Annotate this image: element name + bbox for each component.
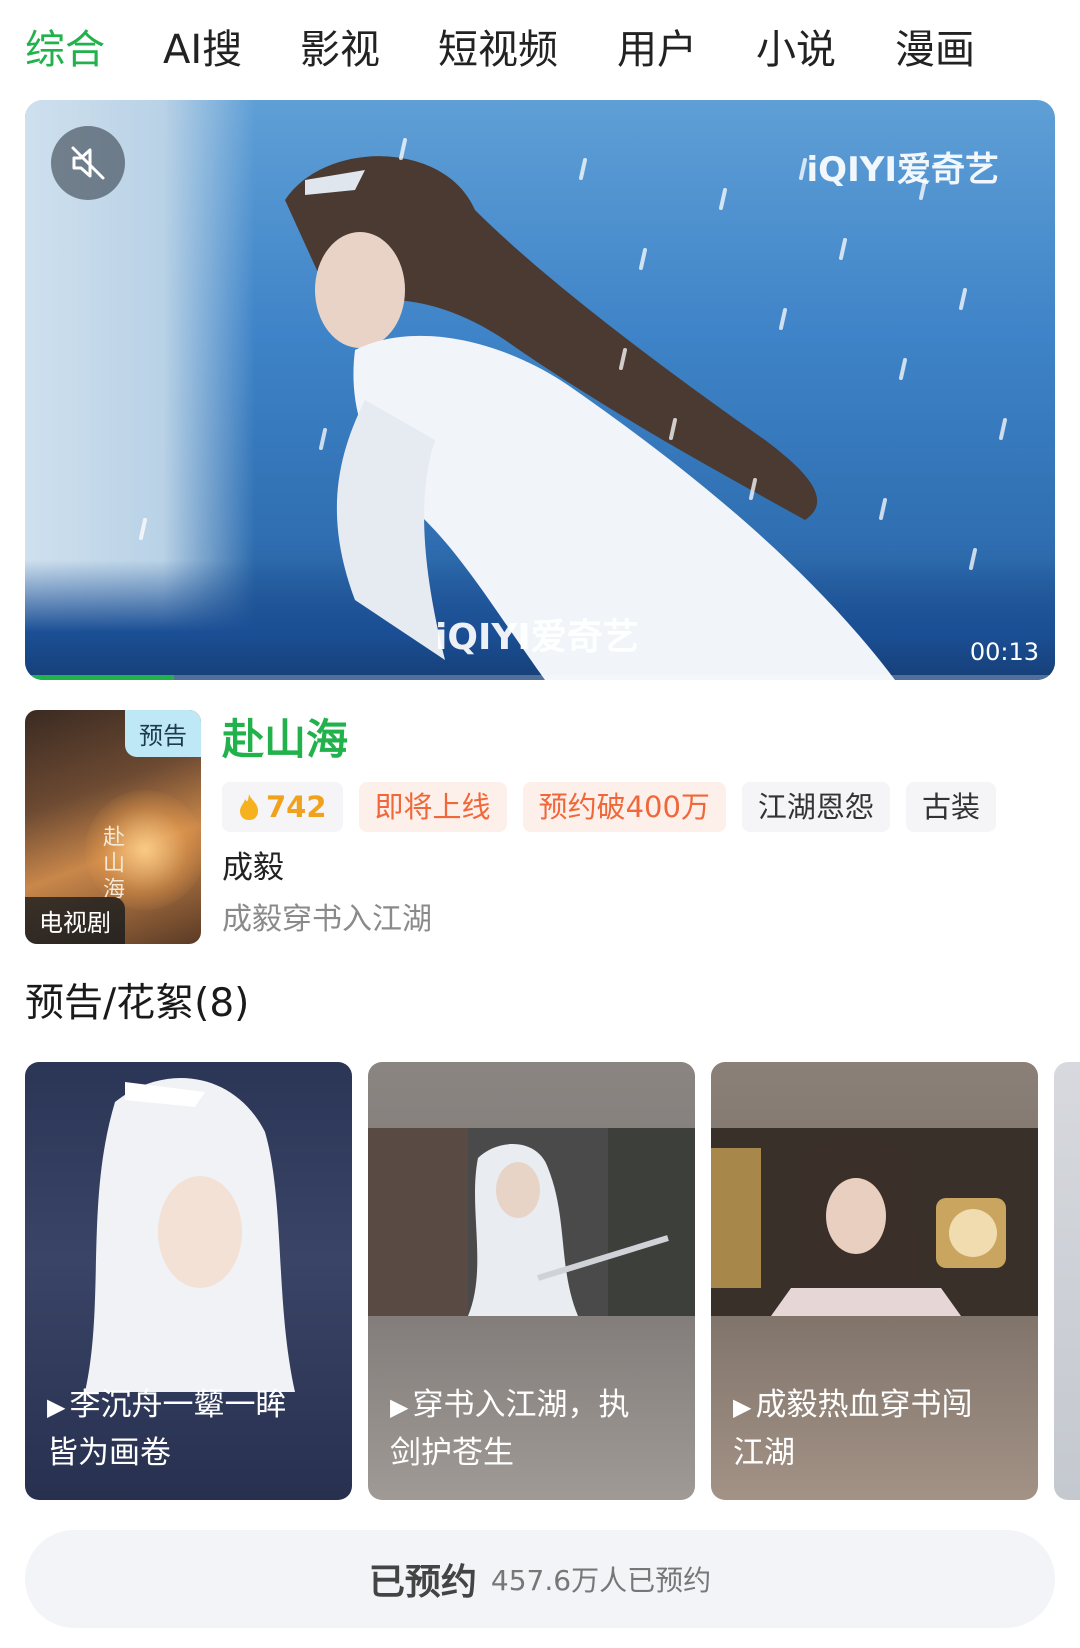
search-category-tabs: 综合 AI搜 影视 短视频 用户 小说 漫画 [0, 0, 1080, 100]
trailer-card-partial[interactable] [1054, 1062, 1080, 1500]
show-title[interactable]: 赴山海 [222, 712, 348, 768]
video-progress-fill [25, 675, 175, 680]
tab-film-tv[interactable]: 影视 [300, 22, 380, 78]
play-icon: ▶ [47, 1393, 66, 1421]
show-actor[interactable]: 成毅 [222, 846, 284, 890]
trailer-card[interactable]: ▶ 穿书入江湖，执 剑护苍生 [368, 1062, 695, 1500]
show-tags: 742 即将上线 预约破400万 江湖恩怨 古装 [222, 782, 996, 832]
show-description: 成毅穿书入江湖 [222, 902, 432, 937]
tag-genre-jianghu[interactable]: 江湖恩怨 [741, 782, 890, 832]
trailer-title-line1: 李沉舟一颦一眸 [69, 1387, 287, 1423]
iqiyi-watermark-top: iQIYI爱奇艺 [806, 150, 999, 190]
reserve-button[interactable]: 已预约 457.6万人已预约 [25, 1530, 1055, 1628]
reserve-count: 457.6万人已预约 [490, 1564, 712, 1597]
trailer-title-line1: 穿书入江湖，执 [412, 1387, 630, 1423]
tab-comics[interactable]: 漫画 [895, 22, 975, 78]
video-progress-bar[interactable] [25, 675, 1055, 680]
heat-tag: 742 [222, 782, 343, 832]
trailer-title-line2: 剑护苍生 [390, 1435, 514, 1471]
tag-genre-costume[interactable]: 古装 [905, 782, 996, 832]
heat-value: 742 [266, 790, 327, 824]
video-player[interactable]: iQIYI爱奇艺 iQIYI爱奇艺 00:13 [25, 100, 1055, 680]
trailer-title-line2: 皆为画卷 [47, 1435, 171, 1471]
flame-icon [240, 794, 258, 820]
trailer-title-line1: 成毅热血穿书闯 [755, 1387, 973, 1423]
iqiyi-watermark-center: iQIYI爱奇艺 [435, 617, 639, 658]
trailer-caption: ▶ 成毅热血穿书闯 江湖 [733, 1382, 1018, 1476]
trailer-caption: ▶ 李沉舟一颦一眸 皆为画卷 [47, 1382, 332, 1476]
tab-users[interactable]: 用户 [617, 22, 697, 78]
tab-novels[interactable]: 小说 [756, 22, 836, 78]
mute-button[interactable] [51, 126, 125, 200]
preview-badge: 预告 [125, 710, 201, 757]
show-poster[interactable]: 赴山海 预告 电视剧 [25, 710, 201, 944]
trailer-thumbnail [368, 1128, 695, 1316]
tab-short-video[interactable]: 短视频 [438, 22, 558, 78]
tab-comprehensive[interactable]: 综合 [25, 22, 105, 78]
trailer-card[interactable]: ▶ 成毅热血穿书闯 江湖 [711, 1062, 1038, 1500]
poster-title-art: 赴山海 [99, 825, 124, 903]
trailer-carousel[interactable]: ▶ 李沉舟一颦一眸 皆为画卷 ▶ 穿书入江湖，执 剑护苍生 ▶ 成毅热血穿书闯 … [25, 1062, 1080, 1502]
trailer-thumbnail [711, 1128, 1038, 1316]
trailer-caption: ▶ 穿书入江湖，执 剑护苍生 [390, 1382, 675, 1476]
tag-reservation-milestone: 预约破400万 [522, 782, 726, 832]
trailer-card[interactable]: ▶ 李沉舟一颦一眸 皆为画卷 [25, 1062, 352, 1500]
video-duration: 00:13 [969, 638, 1039, 666]
tab-ai-search[interactable]: AI搜 [163, 22, 242, 78]
content-type-badge: 电视剧 [25, 897, 125, 944]
play-icon: ▶ [733, 1393, 752, 1421]
trailers-section-title: 预告/花絮(8) [25, 981, 250, 1026]
reserve-status-label: 已预约 [368, 1562, 477, 1603]
muted-speaker-icon [71, 146, 105, 180]
tag-coming-soon: 即将上线 [358, 782, 507, 832]
trailer-title-line2: 江湖 [733, 1435, 795, 1471]
trailer-thumbnail [85, 1078, 295, 1392]
play-icon: ▶ [390, 1393, 409, 1421]
